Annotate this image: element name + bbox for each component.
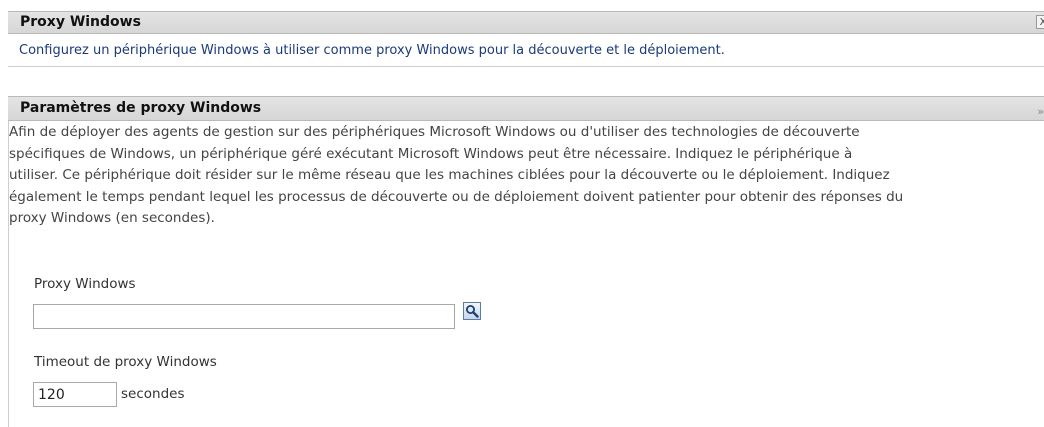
- section-title: Paramètres de proxy Windows: [20, 100, 262, 116]
- panel-title: Proxy Windows: [20, 14, 141, 30]
- proxy-windows-label: Proxy Windows: [34, 276, 136, 292]
- search-magnifier-icon: [466, 305, 479, 318]
- panel-description-area: Configurez un périphérique Windows à uti…: [8, 34, 1044, 67]
- paragraph-line: également le temps pendant lequel les pr…: [9, 188, 904, 205]
- section-paragraph: Afin de déployer des agents de gestion s…: [9, 122, 1044, 230]
- paragraph-line: proxy Windows (en secondes).: [9, 210, 215, 226]
- timeout-label: Timeout de proxy Windows: [34, 354, 217, 370]
- paragraph-line: utiliser. Ce périphérique doit résider s…: [9, 167, 890, 183]
- paragraph-line: Afin de déployer des agents de gestion s…: [9, 124, 860, 140]
- close-icon[interactable]: X: [1036, 15, 1044, 29]
- panel-header: Proxy Windows X: [8, 11, 1044, 34]
- browse-button[interactable]: [463, 302, 481, 320]
- section-header[interactable]: Paramètres de proxy Windows »: [8, 96, 1044, 121]
- timeout-input[interactable]: [33, 382, 117, 407]
- collapse-chevron-icon[interactable]: »: [1037, 100, 1044, 123]
- proxy-windows-input[interactable]: [33, 304, 455, 329]
- paragraph-line: spécifiques de Windows, un périphérique …: [9, 145, 853, 162]
- timeout-unit-label: secondes: [121, 386, 185, 402]
- panel-description: Configurez un périphérique Windows à uti…: [19, 43, 725, 58]
